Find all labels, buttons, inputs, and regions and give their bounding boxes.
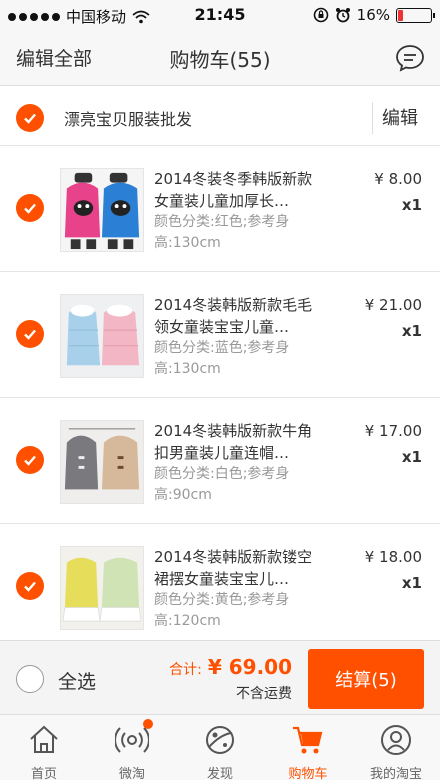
nav-bar: 编辑全部 购物车(55) <box>0 30 440 86</box>
total-label: 合计: <box>169 662 202 678</box>
rotation-lock-icon <box>313 7 328 23</box>
product-price: ¥ 17.00 <box>364 422 422 440</box>
cart-item[interactable]: 2014冬装韩版新款毛毛领女童装宝宝儿童… 颜色分类:蓝色;参考身高:130cm… <box>0 272 440 398</box>
shop-header: 漂亮宝贝服装批发 编辑 <box>0 90 440 146</box>
battery-icon <box>396 7 435 23</box>
product-title[interactable]: 2014冬装韩版新款镂空裙摆女童装宝宝儿… <box>154 546 324 590</box>
shipping-note: 不含运费 <box>236 686 292 702</box>
profile-icon <box>381 725 411 755</box>
shop-name[interactable]: 漂亮宝贝服装批发 <box>64 106 192 130</box>
checkout-button[interactable]: 结算(5) <box>308 649 424 709</box>
tab-label: 我的淘宝 <box>369 767 422 780</box>
checkmark-icon <box>24 581 36 592</box>
shop-checkbox[interactable] <box>16 104 44 132</box>
product-quantity: x1 <box>401 448 422 466</box>
status-bar: 中国移动 21:45 16% <box>0 0 440 30</box>
select-all-label[interactable]: 全选 <box>58 667 96 694</box>
product-quantity: x1 <box>401 196 422 214</box>
tab-my-taobao[interactable]: 我的淘宝 <box>352 715 440 780</box>
product-spec: 颜色分类:黄色;参考身高:120cm <box>154 592 290 629</box>
notification-dot <box>142 719 153 729</box>
product-image[interactable] <box>60 168 144 252</box>
item-checkbox[interactable] <box>16 320 44 348</box>
product-price: ¥ 21.00 <box>364 296 422 314</box>
page-title: 购物车(55) <box>169 48 271 72</box>
select-all-checkbox[interactable] <box>16 665 44 693</box>
checkout-bar: 全选 合计: ¥ 69.00 不含运费 结算(5) <box>0 640 440 714</box>
cart-item[interactable]: 2014冬装韩版新款镂空裙摆女童装宝宝儿… 颜色分类:黄色;参考身高:120cm… <box>0 524 440 640</box>
product-quantity: x1 <box>401 574 422 592</box>
product-image[interactable] <box>60 420 144 504</box>
product-spec: 颜色分类:白色;参考身高:90cm <box>154 466 290 503</box>
tab-label: 发现 <box>206 767 233 780</box>
product-image[interactable] <box>60 546 144 630</box>
product-title[interactable]: 2014冬装韩版新款毛毛领女童装宝宝儿童… <box>154 294 324 338</box>
cart-item[interactable]: 2014冬装冬季韩版新款女童装儿童加厚长… 颜色分类:红色;参考身高:130cm… <box>0 146 440 272</box>
checkmark-icon <box>24 113 36 124</box>
status-right: 16% <box>313 6 435 24</box>
checkmark-icon <box>24 329 36 340</box>
item-checkbox[interactable] <box>16 194 44 222</box>
divider <box>372 102 373 134</box>
battery-percent: 16% <box>356 6 390 24</box>
tab-discover[interactable]: 发现 <box>176 715 264 780</box>
tab-label: 微淘 <box>118 767 145 780</box>
total-line: 合计: ¥ 69.00 <box>169 655 292 679</box>
product-title[interactable]: 2014冬装冬季韩版新款女童装儿童加厚长… <box>154 168 324 212</box>
cart-icon <box>293 726 323 754</box>
tab-bar: 首页 微淘 发现 购物车 我的淘宝 <box>0 714 440 780</box>
item-checkbox[interactable] <box>16 572 44 600</box>
item-checkbox[interactable] <box>16 446 44 474</box>
total-amount: ¥ 69.00 <box>207 655 292 679</box>
product-quantity: x1 <box>401 322 422 340</box>
planet-icon <box>206 726 234 754</box>
broadcast-icon <box>115 727 149 753</box>
shop-edit-button[interactable]: 编辑 <box>382 104 418 130</box>
checkmark-icon <box>24 455 36 466</box>
tab-label: 购物车 <box>288 767 328 780</box>
product-price: ¥ 8.00 <box>374 170 422 188</box>
product-spec: 颜色分类:蓝色;参考身高:130cm <box>154 340 290 377</box>
tab-label: 首页 <box>30 767 57 780</box>
tab-cart[interactable]: 购物车 <box>264 715 352 780</box>
alarm-icon <box>335 8 350 23</box>
product-price: ¥ 18.00 <box>364 548 422 566</box>
home-icon <box>30 725 58 753</box>
battery-level <box>398 9 404 21</box>
tab-home[interactable]: 首页 <box>0 715 88 780</box>
cart-item[interactable]: 2014冬装韩版新款牛角扣男童装儿童连帽… 颜色分类:白色;参考身高:90cm … <box>0 398 440 524</box>
tab-weitao[interactable]: 微淘 <box>88 715 176 780</box>
checkmark-icon <box>24 203 36 214</box>
product-image[interactable] <box>60 294 144 378</box>
product-title[interactable]: 2014冬装韩版新款牛角扣男童装儿童连帽… <box>154 420 324 464</box>
message-icon[interactable] <box>394 42 426 74</box>
product-spec: 颜色分类:红色;参考身高:130cm <box>154 214 290 251</box>
